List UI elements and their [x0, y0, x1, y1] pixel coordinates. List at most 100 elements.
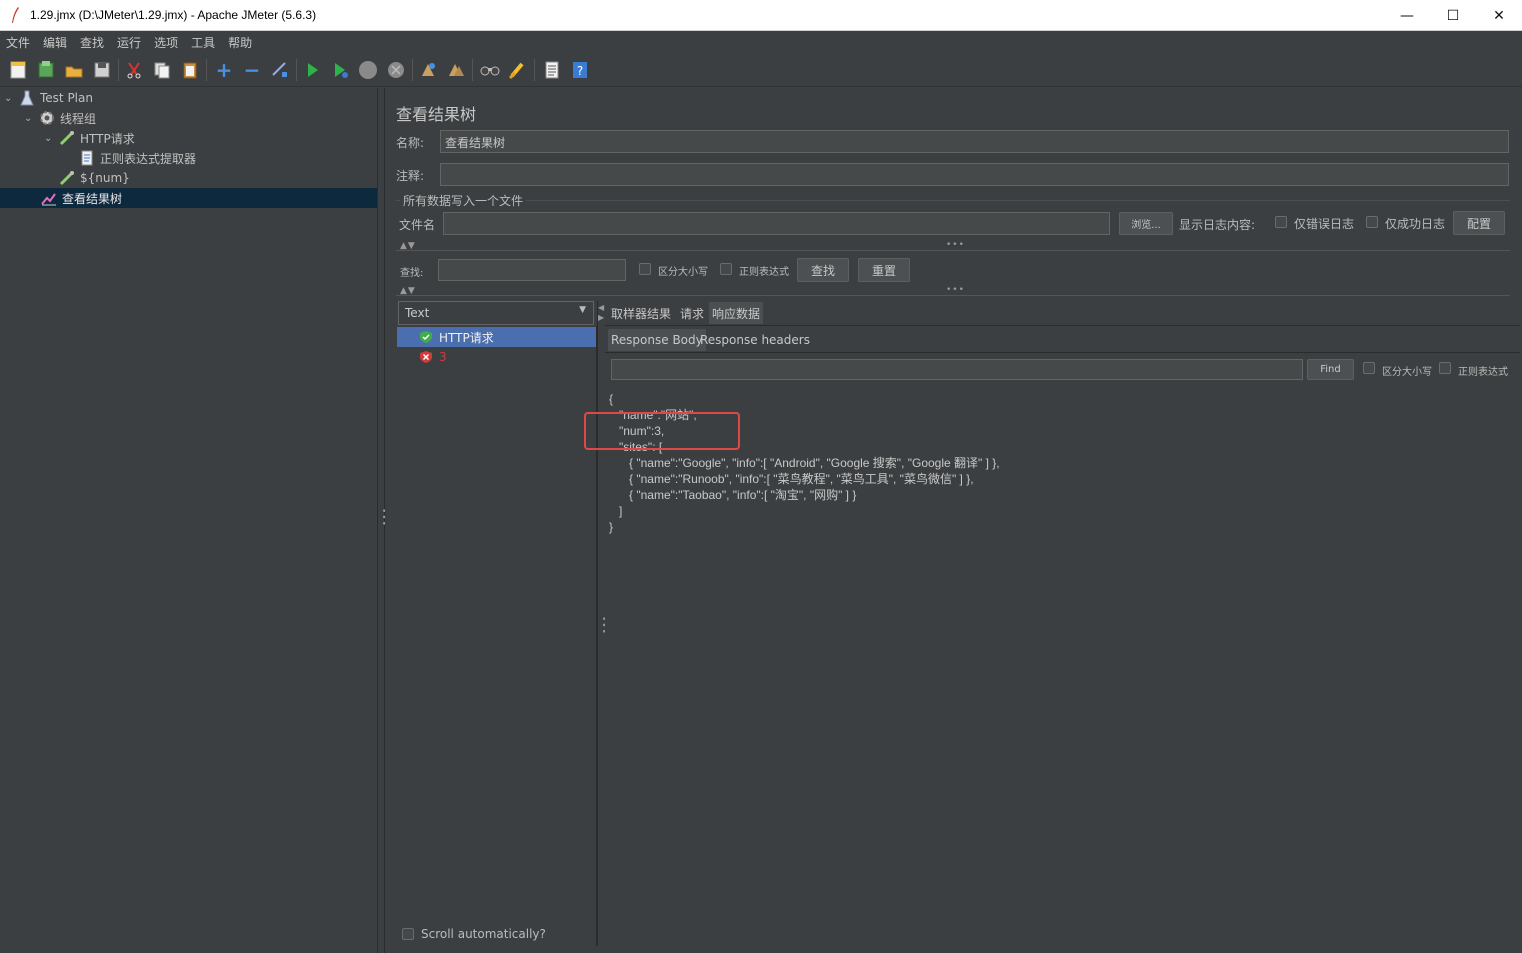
copy-icon[interactable] [150, 58, 174, 82]
log-content-label: 显示日志内容: [1179, 218, 1256, 232]
toggle-icon[interactable] [268, 58, 292, 82]
regex-checkbox[interactable] [720, 263, 732, 275]
chevron-down-icon[interactable]: ⌄ [24, 113, 38, 124]
search-input[interactable] [438, 259, 626, 281]
comment-field[interactable] [440, 163, 1509, 186]
maximize-button[interactable]: ☐ [1430, 0, 1476, 31]
pipette-icon [58, 130, 76, 146]
file-group-border [396, 200, 1510, 201]
menu-run[interactable]: 运行 [111, 34, 147, 51]
tab-response-body[interactable]: Response Body [608, 329, 706, 351]
jmeter-feather-icon [12, 7, 19, 23]
menu-help[interactable]: 帮助 [222, 34, 258, 51]
case-sensitive-checkbox[interactable] [639, 263, 651, 275]
tree-node-regex-extractor[interactable]: 正则表达式提取器 [78, 148, 196, 168]
menu-options[interactable]: 选项 [148, 34, 184, 51]
menu-bar: 文件 编辑 查找 运行 选项 工具 帮助 [0, 31, 1522, 53]
scroll-auto-label: Scroll automatically? [421, 927, 546, 941]
paste-icon[interactable] [178, 58, 202, 82]
window-titlebar: 1.29.jmx (D:\JMeter\1.29.jmx) - Apache J… [0, 0, 1522, 31]
chevron-down-icon[interactable]: ⌄ [4, 93, 18, 104]
pipette-icon [58, 170, 76, 186]
success-shield-icon [417, 329, 435, 345]
test-plan-tree: ⌄ Test Plan ⌄ 线程组 ⌄ HTTP请求 正则表达式提取器 ${nu… [0, 88, 377, 953]
gear-icon [38, 110, 56, 126]
start-no-pauses-icon[interactable] [328, 58, 352, 82]
page-title: 查看结果树 [396, 105, 477, 124]
tree-node-thread-group[interactable]: ⌄ 线程组 [24, 108, 96, 128]
filename-field[interactable] [443, 212, 1110, 235]
errors-only-label: 仅错误日志 [1294, 217, 1355, 231]
renderer-select[interactable]: Text ▼ [398, 301, 594, 325]
file-group-title: 所有数据写入一个文件 [400, 192, 527, 209]
reset-button[interactable]: 重置 [858, 258, 910, 282]
split-divider-2[interactable] [396, 295, 1510, 296]
split-arrows-icon[interactable]: ▲▼ [400, 286, 416, 296]
clear-all-icon[interactable] [444, 58, 468, 82]
graph-icon [40, 190, 58, 206]
split-arrows-icon[interactable]: ▲▼ [400, 241, 416, 251]
cut-icon[interactable] [122, 58, 146, 82]
find-button[interactable]: 查找 [797, 258, 849, 282]
shutdown-icon[interactable] [384, 58, 408, 82]
response-case-sensitive-checkbox[interactable] [1363, 362, 1375, 374]
response-case-sensitive-label: 区分大小写 [1382, 367, 1432, 378]
open-icon[interactable] [62, 58, 86, 82]
split-grip-icon[interactable]: ••• [946, 240, 965, 250]
svg-text:?: ? [577, 64, 583, 78]
menu-tools[interactable]: 工具 [185, 34, 221, 51]
browse-button[interactable]: 浏览... [1119, 212, 1173, 235]
menu-file[interactable]: 文件 [0, 34, 36, 51]
success-only-checkbox[interactable] [1366, 216, 1378, 228]
clear-icon[interactable] [416, 58, 440, 82]
results-splitter[interactable]: ◀ ▶ ••• [597, 301, 608, 946]
tab-response-headers[interactable]: Response headers [697, 329, 813, 351]
split-divider-1[interactable] [396, 250, 1510, 251]
results-list: HTTP请求 3 [397, 326, 597, 946]
start-icon[interactable] [300, 58, 324, 82]
window-title: 1.29.jmx (D:\JMeter\1.29.jmx) - Apache J… [30, 8, 317, 22]
regex-label: 正则表达式 [739, 267, 789, 278]
name-field[interactable]: 查看结果树 [440, 130, 1509, 153]
filename-label: 文件名 [399, 218, 436, 232]
chevron-down-icon[interactable]: ⌄ [44, 133, 58, 144]
tree-splitter[interactable]: ••• [377, 88, 388, 953]
tree-node-num-request[interactable]: ${num} [58, 168, 130, 188]
reset-search-icon[interactable] [506, 58, 530, 82]
save-icon[interactable] [90, 58, 114, 82]
configure-button[interactable]: 配置 [1453, 211, 1505, 235]
tab-request[interactable]: 请求 [677, 302, 707, 324]
chevron-down-icon: ▼ [579, 305, 586, 315]
result-item-3[interactable]: 3 [397, 347, 596, 367]
toolbar: + − ? [0, 53, 1522, 87]
response-find-input[interactable] [611, 359, 1303, 380]
split-grip-icon[interactable]: ••• [946, 285, 965, 295]
tree-node-test-plan[interactable]: ⌄ Test Plan [4, 88, 374, 108]
tab-sampler-result[interactable]: 取样器结果 [608, 302, 674, 324]
annotation-highlight-box [584, 412, 740, 450]
tree-node-view-results-tree[interactable]: 查看结果树 [0, 188, 377, 208]
errors-only-checkbox[interactable] [1275, 216, 1287, 228]
expand-all-icon[interactable]: + [212, 58, 236, 82]
minimize-button[interactable]: — [1384, 0, 1430, 31]
close-button[interactable]: ✕ [1476, 0, 1522, 31]
scroll-auto-checkbox[interactable] [402, 928, 414, 940]
response-body-area[interactable]: { "name":"网站", "num":3, "sites": [ { "na… [605, 383, 1520, 946]
help-icon[interactable]: ? [568, 58, 592, 82]
response-find-button[interactable]: Find [1307, 359, 1354, 380]
tree-node-http-request[interactable]: ⌄ HTTP请求 [44, 128, 135, 148]
function-helper-icon[interactable] [540, 58, 564, 82]
new-file-icon[interactable] [6, 58, 30, 82]
menu-edit[interactable]: 编辑 [37, 34, 73, 51]
stop-icon[interactable] [356, 58, 380, 82]
response-regex-checkbox[interactable] [1439, 362, 1451, 374]
search-icon[interactable] [478, 58, 502, 82]
templates-icon[interactable] [34, 58, 58, 82]
response-regex-label: 正则表达式 [1458, 367, 1508, 378]
result-item-http-request[interactable]: HTTP请求 [397, 327, 596, 347]
error-shield-icon [417, 349, 435, 365]
collapse-all-icon[interactable]: − [240, 58, 264, 82]
tab-response-data[interactable]: 响应数据 [709, 302, 764, 324]
menu-search[interactable]: 查找 [74, 34, 110, 51]
document-icon [78, 150, 96, 166]
